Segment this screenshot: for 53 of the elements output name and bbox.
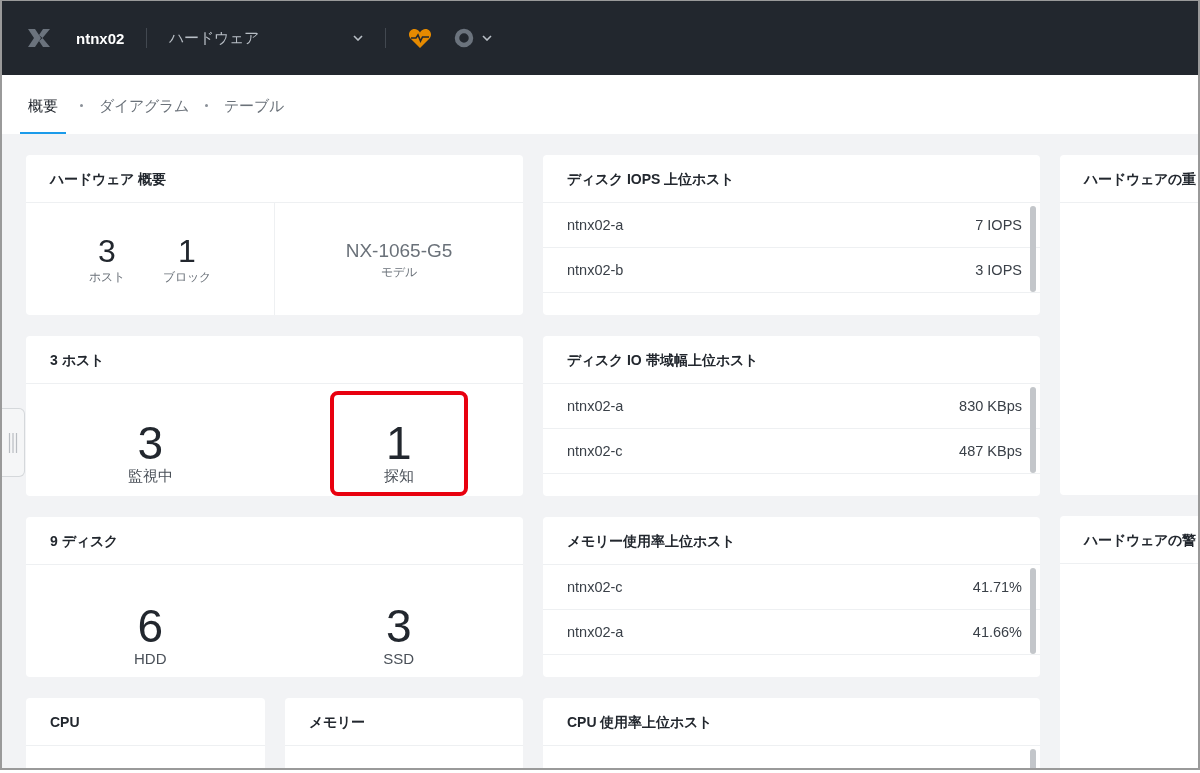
health-heart-icon[interactable] xyxy=(408,27,433,49)
chevron-icon xyxy=(482,35,493,41)
card-title: ハードウェア 概要 xyxy=(26,155,523,203)
stat-label: SSD xyxy=(383,650,415,667)
view-tab[interactable]: テーブル xyxy=(222,97,286,134)
stat-label: ブロック xyxy=(163,268,211,286)
view-tab[interactable]: ダイアグラム xyxy=(97,97,191,134)
stat-label: ホスト xyxy=(89,268,125,286)
section-dropdown[interactable]: ハードウェア xyxy=(169,28,364,48)
card-title: ハードウェアの重 xyxy=(1060,155,1198,203)
host-name[interactable]: ntnx02-a xyxy=(567,398,624,414)
metric-value: 3 IOPS xyxy=(975,262,1022,278)
metric-value: 7 IOPS xyxy=(975,217,1022,233)
alert-status-dropdown[interactable] xyxy=(454,28,493,48)
scrollbar[interactable] xyxy=(1030,568,1036,654)
metric-value: 41.71% xyxy=(972,579,1022,595)
stat-value: 1 xyxy=(178,232,196,269)
chevron-icon xyxy=(353,35,364,41)
host-name[interactable]: ntnx02-c xyxy=(567,579,623,595)
card-title: ディスク IO 帯域幅上位ホスト xyxy=(543,336,1040,384)
card-title: 9 ディスク xyxy=(26,517,523,565)
stat-value: 3 xyxy=(98,232,116,269)
stat-value: 6 xyxy=(137,602,164,650)
stat-value: 3 xyxy=(137,419,164,467)
metric-value: 41.66% xyxy=(972,624,1022,640)
model-label: モデル xyxy=(381,263,417,281)
ring-icon xyxy=(454,28,475,48)
scrollbar[interactable] xyxy=(1030,387,1036,473)
stat-label: 監視中 xyxy=(127,467,173,486)
stat-label: 探知 xyxy=(383,467,414,486)
host-name[interactable]: ntnx02-b xyxy=(567,262,624,278)
card-title: ハードウェアの警 xyxy=(1060,516,1198,564)
stat-value: 1 xyxy=(385,419,412,467)
grip-icon xyxy=(8,432,18,453)
card-title: CPU xyxy=(26,698,265,746)
model-value: NX-1065-G5 xyxy=(345,238,453,263)
card-title: メモリー使用率上位ホスト xyxy=(543,517,1040,565)
card-title: メモリー xyxy=(285,698,523,746)
logo-icon[interactable] xyxy=(26,27,52,49)
card-title: 3 ホスト xyxy=(26,336,523,384)
metric-value: 487 KBps xyxy=(959,443,1022,459)
host-name[interactable]: ntnx02-a xyxy=(567,624,624,640)
card-title: ディスク IOPS 上位ホスト xyxy=(543,155,1040,203)
scrollbar[interactable] xyxy=(1030,206,1036,292)
panel-handle[interactable] xyxy=(2,408,25,477)
stat-label: HDD xyxy=(134,650,167,667)
host-name[interactable]: ntnx02-a xyxy=(567,217,624,233)
metric-value: 830 KBps xyxy=(959,398,1022,414)
cluster-name: ntnx02 xyxy=(76,29,125,47)
card-title: CPU 使用率上位ホスト xyxy=(543,698,1040,746)
view-tab[interactable]: 概要 xyxy=(20,97,66,134)
host-name[interactable]: ntnx02-c xyxy=(567,443,623,459)
stat-value: 3 xyxy=(385,602,412,650)
